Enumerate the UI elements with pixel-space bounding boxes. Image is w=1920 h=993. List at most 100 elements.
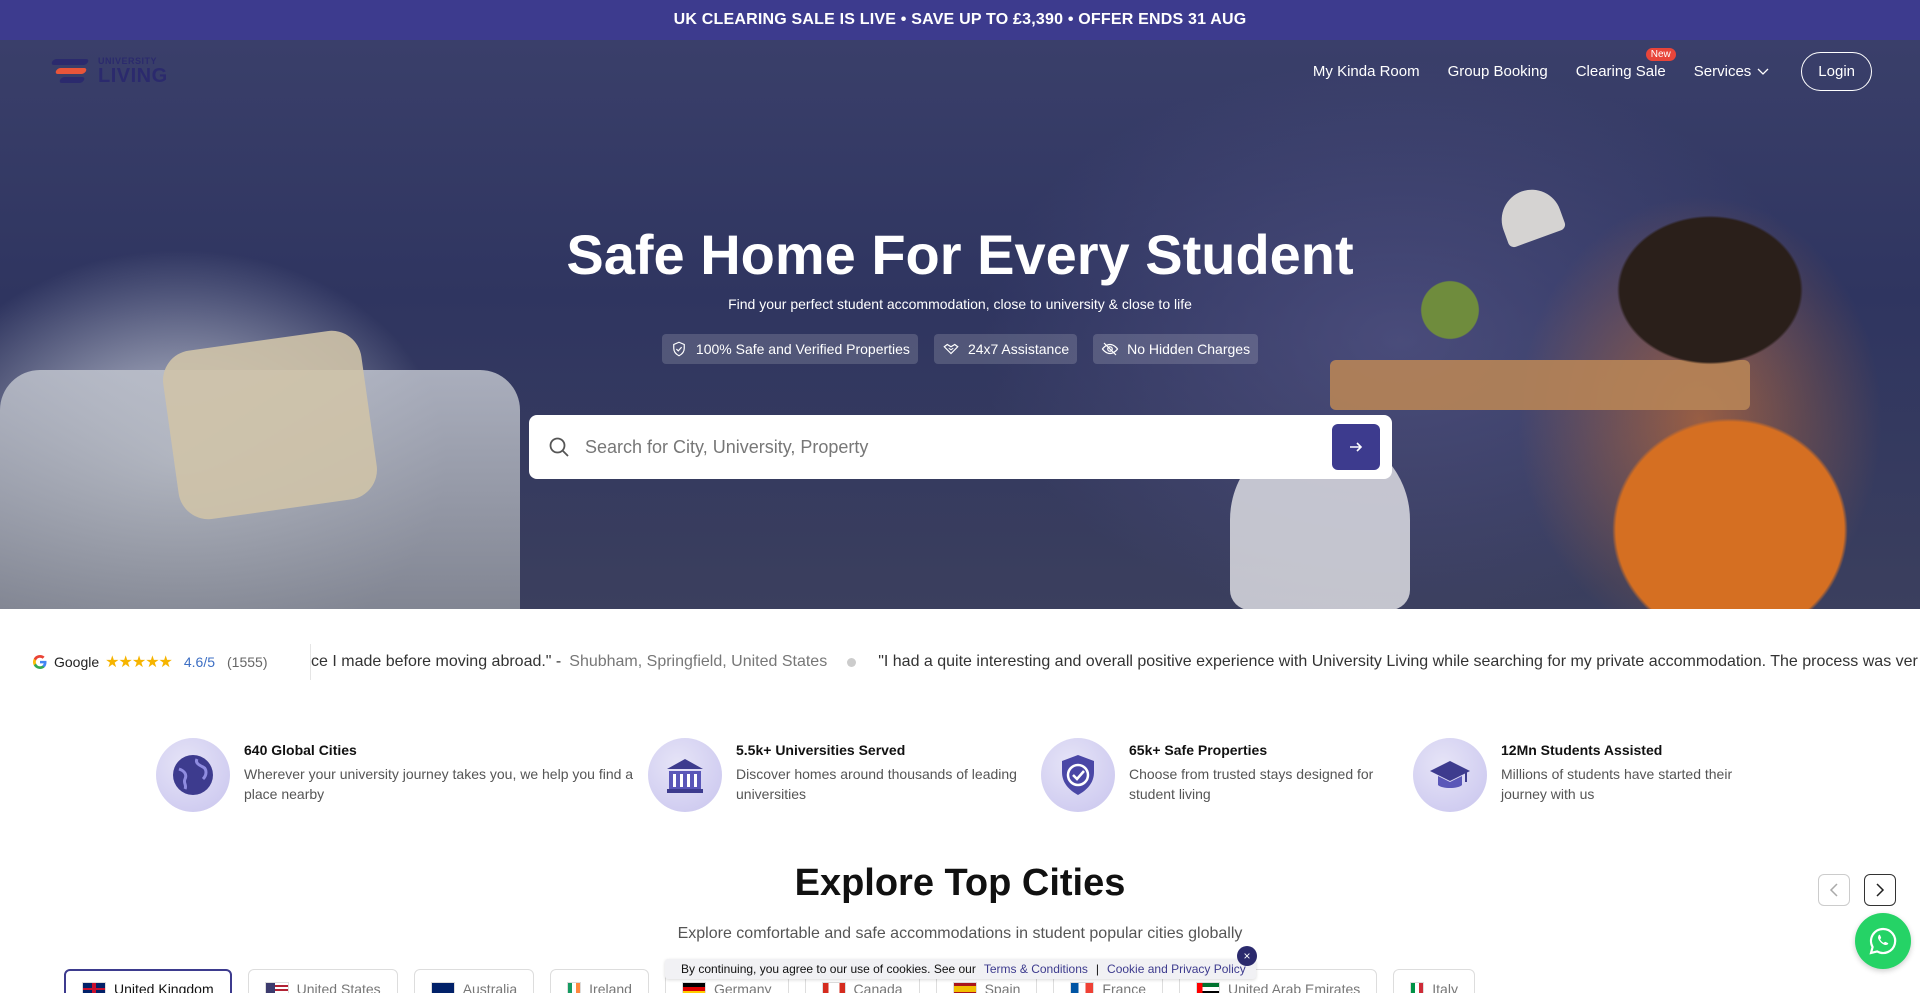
eye-off-icon	[1101, 342, 1119, 356]
nav-group-booking[interactable]: Group Booking	[1448, 63, 1548, 80]
tab-united-kingdom[interactable]: United Kingdom	[64, 969, 232, 993]
review-text: "I had a quite interesting and overall p…	[878, 653, 1918, 670]
rating-source: Google	[54, 654, 100, 670]
carousel-prev-button[interactable]	[1818, 874, 1850, 906]
stat-title: 5.5k+ Universities Served	[736, 742, 906, 758]
promo-text: UK CLEARING SALE IS LIVE • SAVE UP TO £3…	[673, 11, 1247, 28]
rating-count: (1555)	[227, 654, 268, 670]
stat-title: 640 Global Cities	[244, 742, 357, 758]
spain-flag-icon	[952, 982, 977, 993]
whatsapp-icon	[1869, 927, 1897, 955]
graduation-cap-icon	[1413, 738, 1487, 812]
feature-label: No Hidden Charges	[1127, 341, 1251, 357]
cookie-banner: By continuing, you agree to our use of c…	[665, 959, 1256, 979]
cookie-separator: |	[1095, 962, 1100, 976]
logo[interactable]: UNIVERSITY LIVING	[50, 55, 168, 87]
stat-description: Choose from trusted stays designed for s…	[1129, 766, 1374, 802]
stat-title: 65k+ Safe Properties	[1129, 742, 1268, 758]
us-flag-icon	[264, 982, 289, 993]
stat-students: 12Mn Students Assisted Millions of stude…	[1413, 738, 1753, 812]
tab-italy[interactable]: Italy	[1393, 969, 1475, 993]
new-badge: New	[1645, 48, 1676, 61]
tab-label: United States	[296, 981, 381, 993]
carousel-next-button[interactable]	[1864, 874, 1896, 906]
review-text: ce I made before moving abroad." -	[311, 653, 562, 670]
reviews-strip: Google ★★★★★ 4.6/5 (1555) ce I made befo…	[0, 636, 1920, 688]
nav-my-kinda-room[interactable]: My Kinda Room	[1313, 63, 1420, 80]
explore-title: Explore Top Cities	[794, 862, 1126, 904]
review-author: Shubham, Springfield, United States	[569, 653, 828, 670]
tab-label: Canada	[853, 981, 903, 993]
star-rating-icon: ★★★★★	[105, 654, 173, 671]
tab-australia[interactable]: Australia	[413, 969, 535, 993]
explore-subtitle: Explore comfortable and safe accommodati…	[677, 925, 1243, 942]
stat-safe-properties: 65k+ Safe Properties Choose from trusted…	[1041, 738, 1413, 812]
terms-link[interactable]: Terms & Conditions	[984, 962, 1088, 976]
google-icon	[33, 655, 47, 669]
carousel-arrows	[1818, 874, 1896, 906]
search-bar	[529, 415, 1392, 479]
france-flag-icon	[1070, 982, 1095, 993]
feature-label: 24x7 Assistance	[967, 341, 1070, 357]
tab-label: Ireland	[589, 981, 632, 993]
main-nav: My Kinda Room Group Booking Clearing Sal…	[1313, 48, 1872, 91]
search-icon	[549, 437, 569, 457]
tab-ireland[interactable]: Ireland	[550, 969, 649, 993]
ireland-flag-icon	[567, 982, 582, 993]
cookie-policy-link[interactable]: Cookie and Privacy Policy	[1107, 962, 1246, 976]
promo-banner[interactable]: UK CLEARING SALE IS LIVE • SAVE UP TO £3…	[0, 0, 1920, 40]
stat-description: Discover homes around thousands of leadi…	[736, 766, 1017, 802]
nav-clearing-sale[interactable]: Clearing Sale New	[1575, 48, 1676, 80]
feature-label: 100% Safe and Verified Properties	[695, 341, 910, 357]
login-button[interactable]: Login	[1801, 52, 1872, 91]
tab-label: Spain	[984, 981, 1021, 993]
tab-label: United Kingdom	[114, 981, 214, 993]
tab-label: United Arab Emirates	[1227, 981, 1361, 993]
search-submit-button[interactable]	[1332, 424, 1380, 470]
stat-description: Wherever your university journey takes y…	[244, 766, 634, 802]
handshake-icon	[943, 343, 959, 355]
chevron-down-icon	[1757, 68, 1769, 75]
uae-flag-icon	[1195, 982, 1220, 993]
cookie-close-button[interactable]: ×	[1237, 946, 1257, 966]
italy-flag-icon	[1410, 982, 1425, 993]
whatsapp-button[interactable]	[1855, 913, 1911, 969]
cookie-text: By continuing, you agree to our use of c…	[681, 962, 976, 976]
arrow-right-icon	[1350, 442, 1363, 452]
stat-universities: 5.5k+ Universities Served Discover homes…	[648, 738, 1041, 812]
rating-score: 4.6/5	[183, 654, 216, 670]
separator-dot	[847, 657, 857, 667]
university-building-icon	[648, 738, 722, 812]
reviews-ticker: ce I made before moving abroad." - Shubh…	[310, 644, 1920, 680]
stats-row: 640 Global Cities Wherever your universi…	[156, 738, 1756, 812]
chevron-left-icon	[1829, 883, 1838, 897]
uk-flag-icon	[82, 982, 106, 993]
tab-label: France	[1102, 981, 1146, 993]
stat-title: 12Mn Students Assisted	[1501, 742, 1663, 758]
feature-safe-verified: 100% Safe and Verified Properties	[661, 334, 918, 364]
australia-flag-icon	[430, 982, 455, 993]
nav-clearing-sale-label: Clearing Sale	[1575, 63, 1666, 80]
hero-section	[0, 40, 1920, 609]
logo-mark-icon	[50, 55, 94, 87]
shield-check-icon	[673, 341, 685, 357]
globe-icon	[156, 738, 230, 812]
feature-assistance: 24x7 Assistance	[933, 334, 1078, 364]
search-input[interactable]	[585, 436, 1332, 458]
nav-services[interactable]: Services	[1694, 63, 1770, 80]
google-rating[interactable]: Google ★★★★★ 4.6/5 (1555)	[32, 652, 267, 672]
tab-label: Australia	[462, 981, 518, 993]
stat-description: Millions of students have started their …	[1501, 766, 1733, 802]
tab-label: Italy	[1432, 981, 1458, 993]
hero-subtitle: Find your perfect student accommodation,…	[728, 296, 1192, 312]
stat-global-cities: 640 Global Cities Wherever your universi…	[156, 738, 648, 812]
hero-title: Safe Home For Every Student	[566, 223, 1354, 286]
shield-check-icon	[1041, 738, 1115, 812]
canada-flag-icon	[821, 982, 846, 993]
tab-label: Germany	[713, 981, 772, 993]
feature-list: 100% Safe and Verified Properties 24x7 A…	[0, 334, 1920, 364]
nav-services-label: Services	[1693, 63, 1752, 80]
feature-no-hidden-charges: No Hidden Charges	[1093, 334, 1259, 364]
logo-line2: LIVING	[98, 64, 168, 87]
tab-united-states[interactable]: United States	[247, 969, 398, 993]
